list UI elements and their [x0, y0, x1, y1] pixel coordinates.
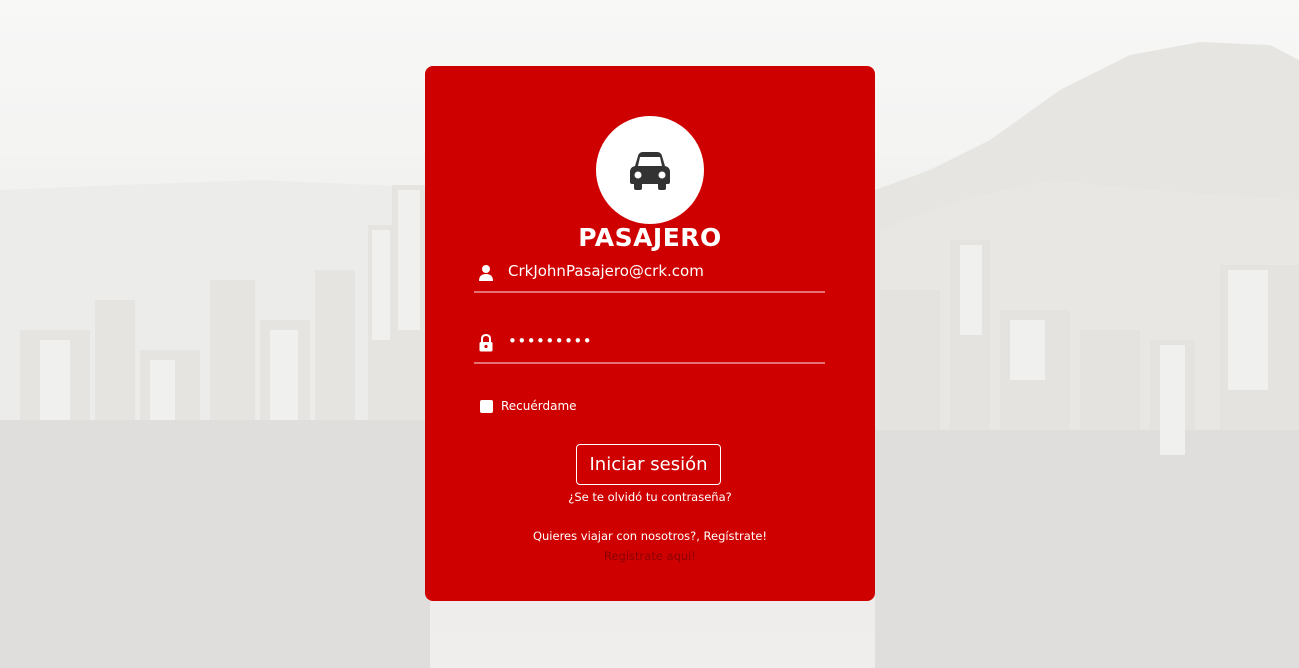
page-title: PASAJERO [578, 223, 722, 252]
user-icon [479, 265, 493, 281]
login-card: PASAJERO CrkJohnPasajero@crk.com •••••••… [425, 66, 875, 601]
password-field[interactable]: ••••••••• [474, 330, 825, 364]
remember-label: Recuérdame [501, 399, 577, 413]
forgot-password-link[interactable]: ¿Se te olvidó tu contraseña? [425, 490, 875, 504]
car-icon [630, 152, 670, 190]
remember-me[interactable]: Recuérdame [480, 398, 577, 414]
lock-icon [479, 334, 493, 352]
avatar [596, 116, 704, 224]
register-prompt: Quieres viajar con nosotros?, Regístrate… [532, 529, 768, 543]
register-link[interactable]: Regístrate aquí! [425, 549, 875, 563]
email-value[interactable]: CrkJohnPasajero@crk.com [508, 262, 704, 280]
login-button[interactable]: Iniciar sesión [576, 444, 721, 485]
email-field[interactable]: CrkJohnPasajero@crk.com [474, 259, 825, 293]
remember-checkbox[interactable] [480, 399, 493, 413]
password-value[interactable]: ••••••••• [508, 332, 592, 350]
